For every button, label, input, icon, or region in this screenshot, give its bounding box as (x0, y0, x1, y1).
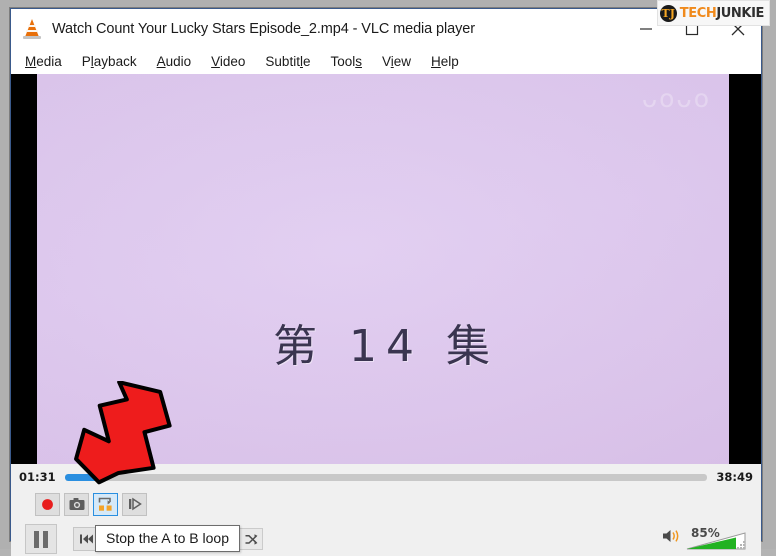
camera-icon (69, 498, 84, 510)
volume-percent-label: 85% (691, 526, 720, 540)
title-bar: Watch Count Your Lucky Stars Episode_2.m… (11, 9, 761, 49)
techjunkie-text-tech: TECH (679, 5, 717, 21)
total-time-label: 38:49 (716, 470, 753, 484)
video-watermark: ᴗᴏᴗᴏ (641, 84, 711, 113)
record-button[interactable] (35, 492, 60, 516)
record-icon (42, 498, 53, 510)
desktop-background: Watch Count Your Lucky Stars Episode_2.m… (0, 0, 776, 556)
techjunkie-text-junkie: JUNKIE (716, 5, 764, 21)
menu-item-subtitle[interactable]: Subtitle (265, 54, 310, 69)
seek-slider[interactable] (64, 473, 708, 481)
menu-item-audio[interactable]: Audio (157, 54, 192, 69)
volume-icon[interactable] (662, 528, 681, 549)
control-panel: 01:31 38:49 Stop the A to B loop 85% (11, 464, 761, 556)
speaker-icon (663, 530, 679, 542)
pause-icon (34, 530, 39, 548)
pause-button[interactable] (25, 524, 57, 554)
menu-item-video[interactable]: Video (211, 54, 245, 69)
techjunkie-watermark: TJ TECH JUNKIE (656, 0, 770, 26)
video-vignette (37, 74, 729, 464)
minimize-icon (640, 28, 652, 30)
window-title: Watch Count Your Lucky Stars Episode_2.m… (52, 21, 475, 37)
pause-icon-bar2 (43, 530, 48, 548)
extended-buttons-row (11, 491, 761, 517)
seek-row: 01:31 38:49 (11, 464, 761, 487)
techjunkie-logo-letters: TJ (661, 6, 675, 20)
frame-by-frame-button[interactable] (122, 492, 147, 516)
menu-item-view[interactable]: View (382, 54, 411, 69)
loop-tooltip: Stop the A to B loop (95, 525, 240, 552)
video-chinese-episode-title: 第 14 集 (273, 321, 499, 372)
ab-loop-icon (98, 497, 112, 511)
frame-step-icon (128, 497, 142, 511)
video-frame: ᴗᴏᴗᴏ (37, 74, 729, 464)
menu-item-tools[interactable]: Tools (330, 54, 362, 69)
menu-item-help[interactable]: Help (431, 54, 459, 69)
vlc-cone-icon (22, 18, 42, 40)
shuffle-icon (245, 533, 257, 545)
menu-item-media[interactable]: Media (25, 54, 62, 69)
techjunkie-logo-icon: TJ (659, 4, 677, 22)
ab-loop-button[interactable] (93, 492, 118, 516)
volume-cluster: 85% (662, 521, 747, 551)
elapsed-time-label: 01:31 (19, 470, 56, 484)
shuffle-button[interactable] (239, 528, 263, 550)
transport-row: Stop the A to B loop (11, 522, 761, 556)
vlc-media-player-window: Watch Count Your Lucky Stars Episode_2.m… (10, 8, 762, 556)
video-display-area[interactable]: ᴗᴏᴗᴏ 第 14 集 Episode 14 (11, 74, 761, 464)
seek-progress-fill (64, 473, 97, 481)
previous-track-icon (79, 534, 93, 544)
snapshot-button[interactable] (64, 492, 89, 516)
menu-item-playback[interactable]: Playback (82, 54, 137, 69)
menu-bar: Media Playback Audio Video Subtitle Tool… (11, 49, 761, 74)
